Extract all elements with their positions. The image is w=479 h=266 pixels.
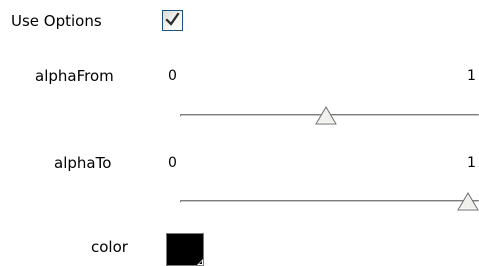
alpha-to-min-label: 0	[168, 155, 177, 171]
color-label: color	[91, 238, 128, 256]
alpha-to-max-label: 1	[467, 155, 476, 171]
corner-arrow-inner	[199, 261, 202, 264]
alpha-from-slider-thumb[interactable]	[314, 106, 337, 126]
alpha-to-slider-thumb[interactable]	[457, 192, 479, 212]
alpha-from-label: alphaFrom	[35, 67, 114, 85]
check-icon	[165, 12, 180, 26]
alpha-to-slider-track[interactable]	[180, 200, 479, 203]
color-swatch-button[interactable]	[166, 233, 204, 266]
triangle-thumb-icon	[457, 192, 479, 211]
alpha-from-max-label: 1	[467, 68, 476, 84]
use-options-checkbox[interactable]	[162, 10, 183, 31]
triangle-thumb-icon	[314, 106, 337, 125]
use-options-label: Use Options	[11, 12, 102, 30]
alpha-from-min-label: 0	[168, 68, 177, 84]
alpha-to-label: alphaTo	[54, 154, 112, 172]
